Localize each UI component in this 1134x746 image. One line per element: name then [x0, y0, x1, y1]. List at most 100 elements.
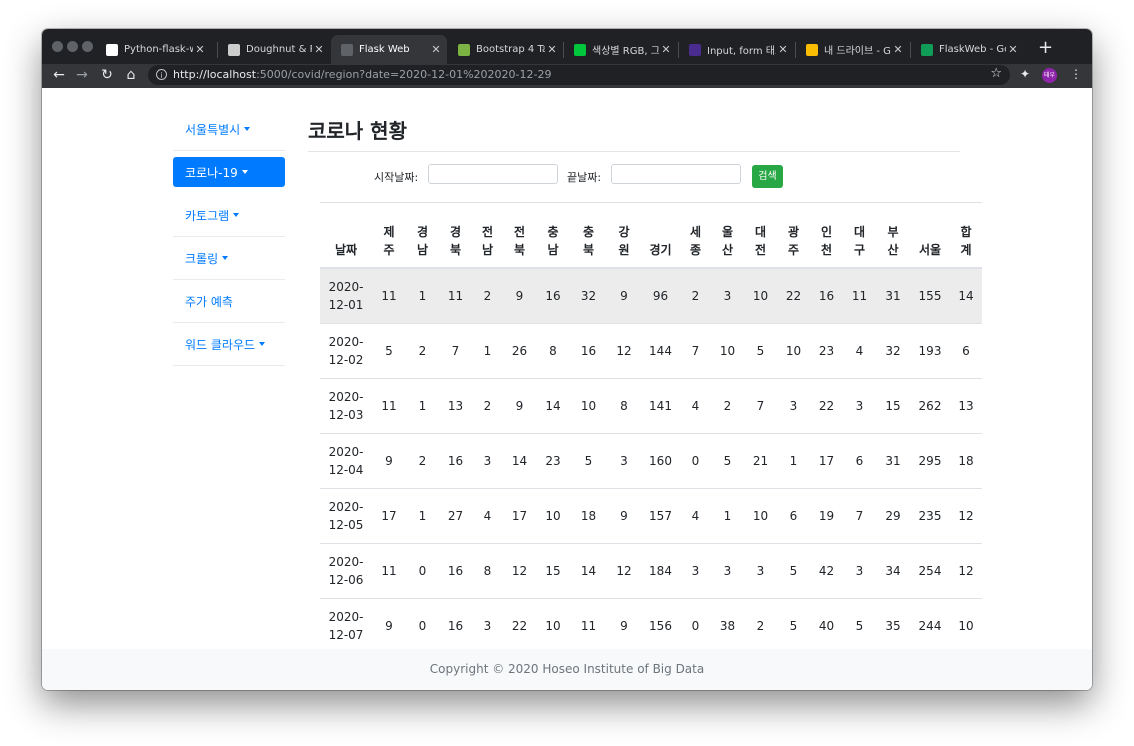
tab-title: 색상별 RGB, 그것	[592, 46, 659, 57]
table-cell: 22	[777, 267, 810, 324]
caret-down-icon	[244, 127, 251, 131]
table-cell: 14	[536, 378, 570, 434]
browser-tab[interactable]: 색상별 RGB, 그것✕	[564, 35, 677, 64]
tab-close-icon[interactable]: ✕	[429, 43, 443, 56]
column-header: 광 주	[777, 202, 810, 269]
start-date-input[interactable]	[428, 164, 558, 184]
table-cell: 0	[680, 598, 711, 653]
table-cell: 27	[439, 488, 472, 544]
table-cell: 23	[536, 433, 570, 489]
sidebar-item[interactable]: 워드 클라우드	[173, 323, 285, 366]
browser-tab[interactable]: 내 드라이브 - Goo✕	[796, 35, 909, 64]
browser-tab[interactable]: Doughnut & Pie✕	[218, 35, 330, 64]
table-cell: 11	[570, 598, 607, 653]
tab-close-icon[interactable]: ✕	[891, 43, 905, 56]
bookmark-star-icon[interactable]: ☆	[990, 66, 1002, 81]
table-cell: 12	[950, 543, 982, 599]
back-icon[interactable]: ←	[49, 67, 69, 83]
table-cell: 31	[876, 267, 910, 324]
minimize-window-dot[interactable]	[67, 41, 78, 52]
browser-tab[interactable]: Input, form 태그✕	[679, 35, 794, 64]
tab-close-icon[interactable]: ✕	[312, 43, 326, 56]
table-row: 2020- 12-02 5 2 7 1 26 8 16 12 144 7 10 5 10 23 4 32 193 6	[320, 323, 982, 379]
table-cell: 14	[950, 267, 982, 324]
table-cell: 11	[372, 378, 406, 434]
sidebar-item[interactable]: 카토그램	[173, 194, 285, 237]
sidebar-item-label: 카토그램	[185, 208, 230, 223]
browser-tab[interactable]: Flask Web ✕	[331, 35, 447, 64]
column-header: 날짜	[320, 202, 372, 269]
table-cell: 3	[607, 433, 641, 489]
sidebar-item[interactable]: 서울특별시	[173, 108, 285, 151]
table-cell: 18	[950, 433, 982, 489]
end-date-input[interactable]	[611, 164, 741, 184]
caret-down-icon	[241, 170, 248, 174]
table-cell: 1	[406, 267, 439, 324]
date-cell: 2020- 12-07	[320, 598, 372, 653]
table-cell: 38	[711, 598, 744, 653]
table-cell: 2	[406, 433, 439, 489]
sidebar-item-label: 코로나-19	[185, 165, 238, 180]
table-cell: 3	[777, 378, 810, 434]
table-cell: 3	[744, 543, 777, 599]
table-header-row: 날짜 제 주경 남경 북전 남전 북충 남충 북강 원 경기 세 종울 산대 전광 주…	[320, 202, 982, 269]
table-row: 2020- 12-05 17 1 27 4 17 10 18 9 157 4 1 10 6 19 7 29 235…	[320, 488, 982, 544]
table-cell: 1	[711, 488, 744, 544]
browser-tab[interactable]: Python-flask-w ✕	[96, 35, 211, 64]
extensions-icon[interactable]: ✦	[1020, 67, 1030, 81]
table-cell: 193	[910, 323, 950, 379]
maximize-window-dot[interactable]	[82, 41, 93, 52]
footer: Copyright © 2020 Hoseo Institute of Big …	[42, 649, 1092, 690]
column-header: 부 산	[876, 202, 910, 269]
table-cell: 5	[711, 433, 744, 489]
table-cell: 16	[810, 267, 843, 324]
url-text[interactable]: http://localhost:5000/covid/region?date=…	[173, 68, 551, 81]
column-header: 인 천	[810, 202, 843, 269]
reload-icon[interactable]: ↻	[97, 67, 117, 83]
table-cell: 17	[372, 488, 406, 544]
sidebar-item[interactable]: 주가 예측	[173, 280, 285, 323]
tab-close-icon[interactable]: ✕	[193, 43, 207, 56]
site-info-icon[interactable]: i	[156, 69, 167, 80]
home-icon[interactable]: ⌂	[121, 67, 141, 83]
close-window-dot[interactable]	[52, 41, 63, 52]
tab-close-icon[interactable]: ✕	[545, 43, 559, 56]
tab-close-icon[interactable]: ✕	[776, 43, 790, 56]
date-cell: 2020- 12-02	[320, 323, 372, 379]
browser-tab[interactable]: Bootstrap 4 Tab✕	[448, 35, 563, 64]
table-cell: 17	[810, 433, 843, 489]
avatar[interactable]: 태우	[1042, 68, 1057, 83]
forward-icon[interactable]: →	[72, 67, 92, 83]
table-cell: 7	[843, 488, 876, 544]
table-cell: 3	[843, 543, 876, 599]
menu-kebab-icon[interactable]: ⋮	[1070, 67, 1082, 81]
table-cell: 141	[641, 378, 680, 434]
new-tab-icon[interactable]: +	[1038, 37, 1053, 58]
table-cell: 6	[843, 433, 876, 489]
tab-close-icon[interactable]: ✕	[659, 43, 673, 56]
table-cell: 8	[536, 323, 570, 379]
table-cell: 2	[472, 267, 503, 324]
table-cell: 16	[570, 323, 607, 379]
address-bar[interactable]: i http://localhost:5000/covid/region?dat…	[148, 65, 1010, 85]
table-cell: 10	[950, 598, 982, 653]
table-cell: 235	[910, 488, 950, 544]
table-cell: 156	[641, 598, 680, 653]
column-header: 제 주	[372, 202, 406, 269]
browser-tab[interactable]: FlaskWeb - Goo✕	[911, 35, 1024, 64]
table-cell: 12	[607, 543, 641, 599]
table-row: 2020- 12-01 11 1 11 2 9 16 32 9 96 2 3 10 22 16 11 31 155…	[320, 267, 982, 324]
column-header: 전 북	[503, 202, 536, 269]
table-cell: 31	[876, 433, 910, 489]
tab-separator	[217, 42, 218, 58]
column-header: 강 원	[607, 202, 641, 269]
table-cell: 4	[472, 488, 503, 544]
search-button[interactable]: 검색	[752, 165, 783, 188]
table-cell: 21	[744, 433, 777, 489]
tab-close-icon[interactable]: ✕	[1006, 43, 1020, 56]
table-cell: 17	[503, 488, 536, 544]
sidebar-item[interactable]: 코로나-19	[173, 157, 285, 187]
table-cell: 23	[810, 323, 843, 379]
sidebar-item[interactable]: 크롤링	[173, 237, 285, 280]
table-cell: 22	[810, 378, 843, 434]
